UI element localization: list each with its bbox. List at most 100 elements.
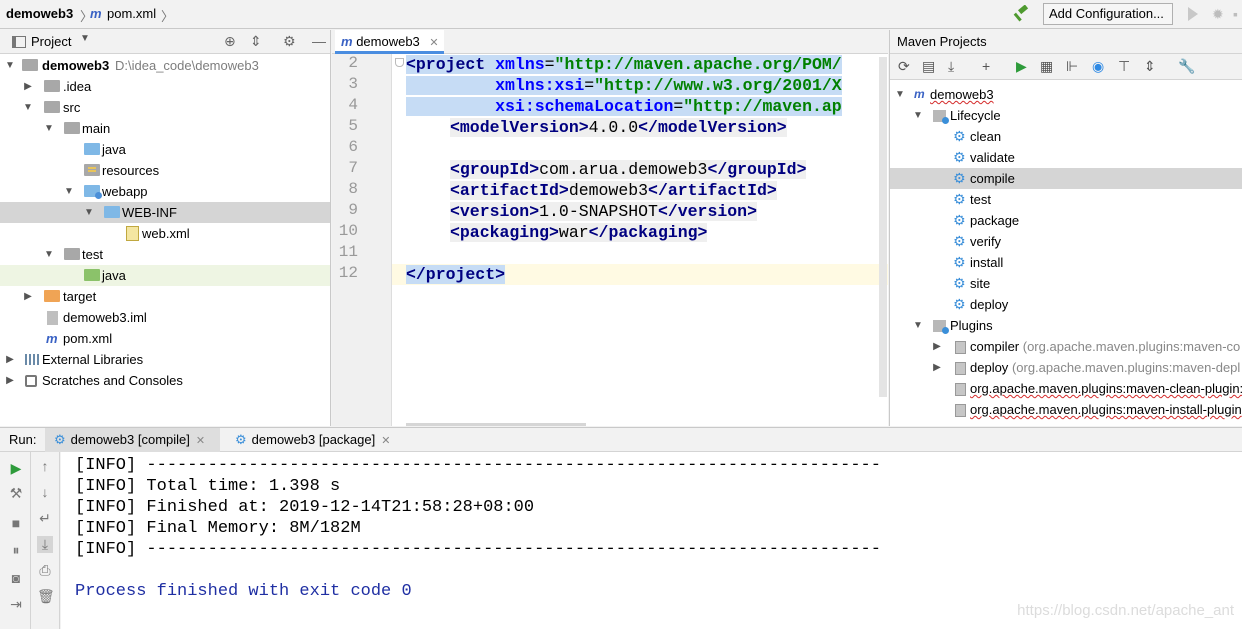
vertical-scrollbar[interactable] — [879, 57, 887, 397]
console-output[interactable]: [INFO] ---------------------------------… — [61, 452, 1242, 629]
run-tab-compile[interactable]: ⚙ demoweb3 [compile] ✕ — [45, 428, 220, 452]
plugin-deploy[interactable]: ▶ deploy (org.apache.maven.plugins:maven… — [890, 357, 1242, 378]
chevron-down-icon[interactable]: ▼ — [43, 244, 55, 265]
plugin-clean[interactable]: org.apache.maven.plugins:maven-clean-plu… — [890, 378, 1242, 399]
lifecycle-install[interactable]: ⚙ install — [890, 252, 1242, 273]
iml-file-icon — [47, 311, 58, 325]
refresh-icon[interactable]: ⟳ — [898, 58, 910, 75]
lifecycle-label: Lifecycle — [950, 108, 1001, 123]
xml-value: "http://www.w3.org/2001/X — [594, 76, 842, 95]
xml-attr: xmlns:xsi — [495, 76, 585, 95]
gear-icon[interactable]: ⚙ — [283, 33, 296, 50]
tree-item-external-libraries[interactable]: ▶ External Libraries — [0, 349, 330, 370]
camera-icon[interactable]: ◙ — [8, 570, 24, 586]
tree-item-target[interactable]: ▶ target — [0, 286, 330, 307]
tree-item-demoweb3[interactable]: ▼ demoweb3 D:\idea_code\demoweb3 — [0, 55, 330, 76]
pause-icon[interactable]: ⏸ — [8, 542, 24, 559]
collapse-all-icon[interactable]: ⇕ — [1144, 58, 1156, 75]
lifecycle-verify[interactable]: ⚙ verify — [890, 231, 1242, 252]
tree-item-web-xml[interactable]: web.xml — [0, 223, 330, 244]
add-configuration-button[interactable]: Add Configuration... — [1043, 3, 1173, 25]
soft-wrap-icon[interactable]: ↵ — [37, 510, 53, 527]
lifecycle-validate[interactable]: ⚙ validate — [890, 147, 1242, 168]
generate-sources-icon[interactable]: ▤ — [922, 58, 935, 75]
maven-plugins-node[interactable]: ▼ Plugins — [890, 315, 1242, 336]
locate-icon[interactable]: ⊕ — [224, 33, 236, 50]
chevron-right-icon[interactable]: ▶ — [931, 336, 943, 357]
tree-item-main[interactable]: ▼ main — [0, 118, 330, 139]
chevron-down-icon[interactable]: ▼ — [83, 202, 95, 223]
plugin-compiler[interactable]: ▶ compiler (org.apache.maven.plugins:mav… — [890, 336, 1242, 357]
chevron-right-icon[interactable]: ▶ — [4, 349, 16, 370]
chevron-right-icon[interactable]: ▶ — [931, 357, 943, 378]
collapse-icon[interactable]: ⇕ — [250, 33, 262, 50]
close-icon[interactable]: ✕ — [381, 435, 390, 447]
hide-icon[interactable]: — — [312, 33, 326, 49]
plugin-install[interactable]: org.apache.maven.plugins:maven-install-p… — [890, 399, 1242, 420]
tree-item-web-inf[interactable]: ▼ WEB-INF — [0, 202, 330, 223]
code-line: xmlns:xsi="http://www.w3.org/2001/X — [406, 75, 842, 96]
tree-item-test-java[interactable]: java — [0, 265, 330, 286]
horizontal-scrollbar[interactable] — [406, 423, 586, 426]
debug-rerun-icon[interactable]: ⚒ — [8, 485, 24, 502]
tree-item-iml[interactable]: demoweb3.iml — [0, 307, 330, 328]
tree-item-pom[interactable]: m pom.xml — [0, 328, 330, 349]
exit-icon[interactable]: ⇥ — [8, 596, 24, 613]
project-view-selector[interactable]: Project — [31, 34, 71, 49]
run-config-icon[interactable]: ▦ — [1040, 58, 1053, 75]
chevron-down-icon[interactable]: ▼ — [80, 33, 90, 44]
tree-item-src[interactable]: ▼ src — [0, 97, 330, 118]
build-hammer-icon[interactable] — [1013, 5, 1031, 23]
stop-icon[interactable]: ■ — [8, 515, 24, 531]
chevron-right-icon[interactable]: ▶ — [22, 286, 34, 307]
tree-item-scratches[interactable]: ▶ Scratches and Consoles — [0, 370, 330, 391]
chevron-down-icon[interactable]: ▼ — [912, 105, 924, 126]
maven-root-demoweb3[interactable]: ▼ m demoweb3 — [890, 84, 1242, 105]
run-icon[interactable] — [1188, 7, 1198, 21]
run-tab-package[interactable]: ⚙ demoweb3 [package] ✕ — [227, 428, 402, 452]
rerun-icon[interactable]: ▶ — [8, 460, 24, 477]
breadcrumb-file[interactable]: pom.xml — [107, 6, 156, 21]
chevron-right-icon[interactable]: ▶ — [22, 76, 34, 97]
tree-item-webapp[interactable]: ▼ webapp — [0, 181, 330, 202]
download-icon[interactable]: ⤓ — [948, 58, 954, 75]
print-icon[interactable]: ⎙ — [37, 562, 53, 579]
chevron-down-icon[interactable]: ▼ — [22, 97, 34, 118]
tab-pom-xml[interactable]: m demoweb3 ✕ — [335, 30, 444, 54]
stop-icon[interactable]: ▪ — [1233, 6, 1238, 22]
scroll-to-end-icon[interactable]: ⤓ — [37, 536, 53, 553]
show-dependencies-icon[interactable]: ⊤ — [1118, 58, 1130, 75]
lifecycle-compile[interactable]: ⚙ compile — [890, 168, 1242, 189]
plugins-label: Plugins — [950, 318, 993, 333]
run-icon[interactable]: ▶ — [1016, 58, 1027, 75]
trash-icon[interactable]: 🗑 — [37, 588, 55, 605]
close-icon[interactable]: ✕ — [429, 37, 438, 49]
tree-item-resources[interactable]: resources — [0, 160, 330, 181]
toggle-offline-icon[interactable]: ⊩ — [1066, 58, 1078, 75]
tree-item-idea[interactable]: ▶ .idea — [0, 76, 330, 97]
settings-wrench-icon[interactable]: 🔧 — [1178, 58, 1195, 75]
lifecycle-package[interactable]: ⚙ package — [890, 210, 1242, 231]
tree-item-test[interactable]: ▼ test — [0, 244, 330, 265]
gear-icon: ⚙ — [953, 254, 966, 270]
chevron-down-icon[interactable]: ▼ — [894, 84, 906, 105]
code-editor[interactable]: <project xmlns="http://maven.apache.org/… — [392, 54, 888, 426]
breadcrumb-project[interactable]: demoweb3 — [6, 6, 73, 21]
lifecycle-test[interactable]: ⚙ test — [890, 189, 1242, 210]
lifecycle-deploy[interactable]: ⚙ deploy — [890, 294, 1242, 315]
chevron-down-icon[interactable]: ▼ — [43, 118, 55, 139]
maven-lifecycle-node[interactable]: ▼ Lifecycle — [890, 105, 1242, 126]
chevron-down-icon[interactable]: ▼ — [63, 181, 75, 202]
debug-icon[interactable]: ✹ — [1212, 6, 1224, 23]
tree-item-java[interactable]: java — [0, 139, 330, 160]
skip-tests-icon[interactable]: ◉ — [1092, 58, 1104, 75]
add-icon[interactable]: + — [982, 58, 990, 74]
arrow-up-icon[interactable]: ↑ — [37, 458, 53, 474]
chevron-down-icon[interactable]: ▼ — [4, 55, 16, 76]
close-icon[interactable]: ✕ — [196, 435, 205, 447]
lifecycle-site[interactable]: ⚙ site — [890, 273, 1242, 294]
chevron-right-icon[interactable]: ▶ — [4, 370, 16, 391]
chevron-down-icon[interactable]: ▼ — [912, 315, 924, 336]
lifecycle-clean[interactable]: ⚙ clean — [890, 126, 1242, 147]
arrow-down-icon[interactable]: ↓ — [37, 484, 53, 500]
